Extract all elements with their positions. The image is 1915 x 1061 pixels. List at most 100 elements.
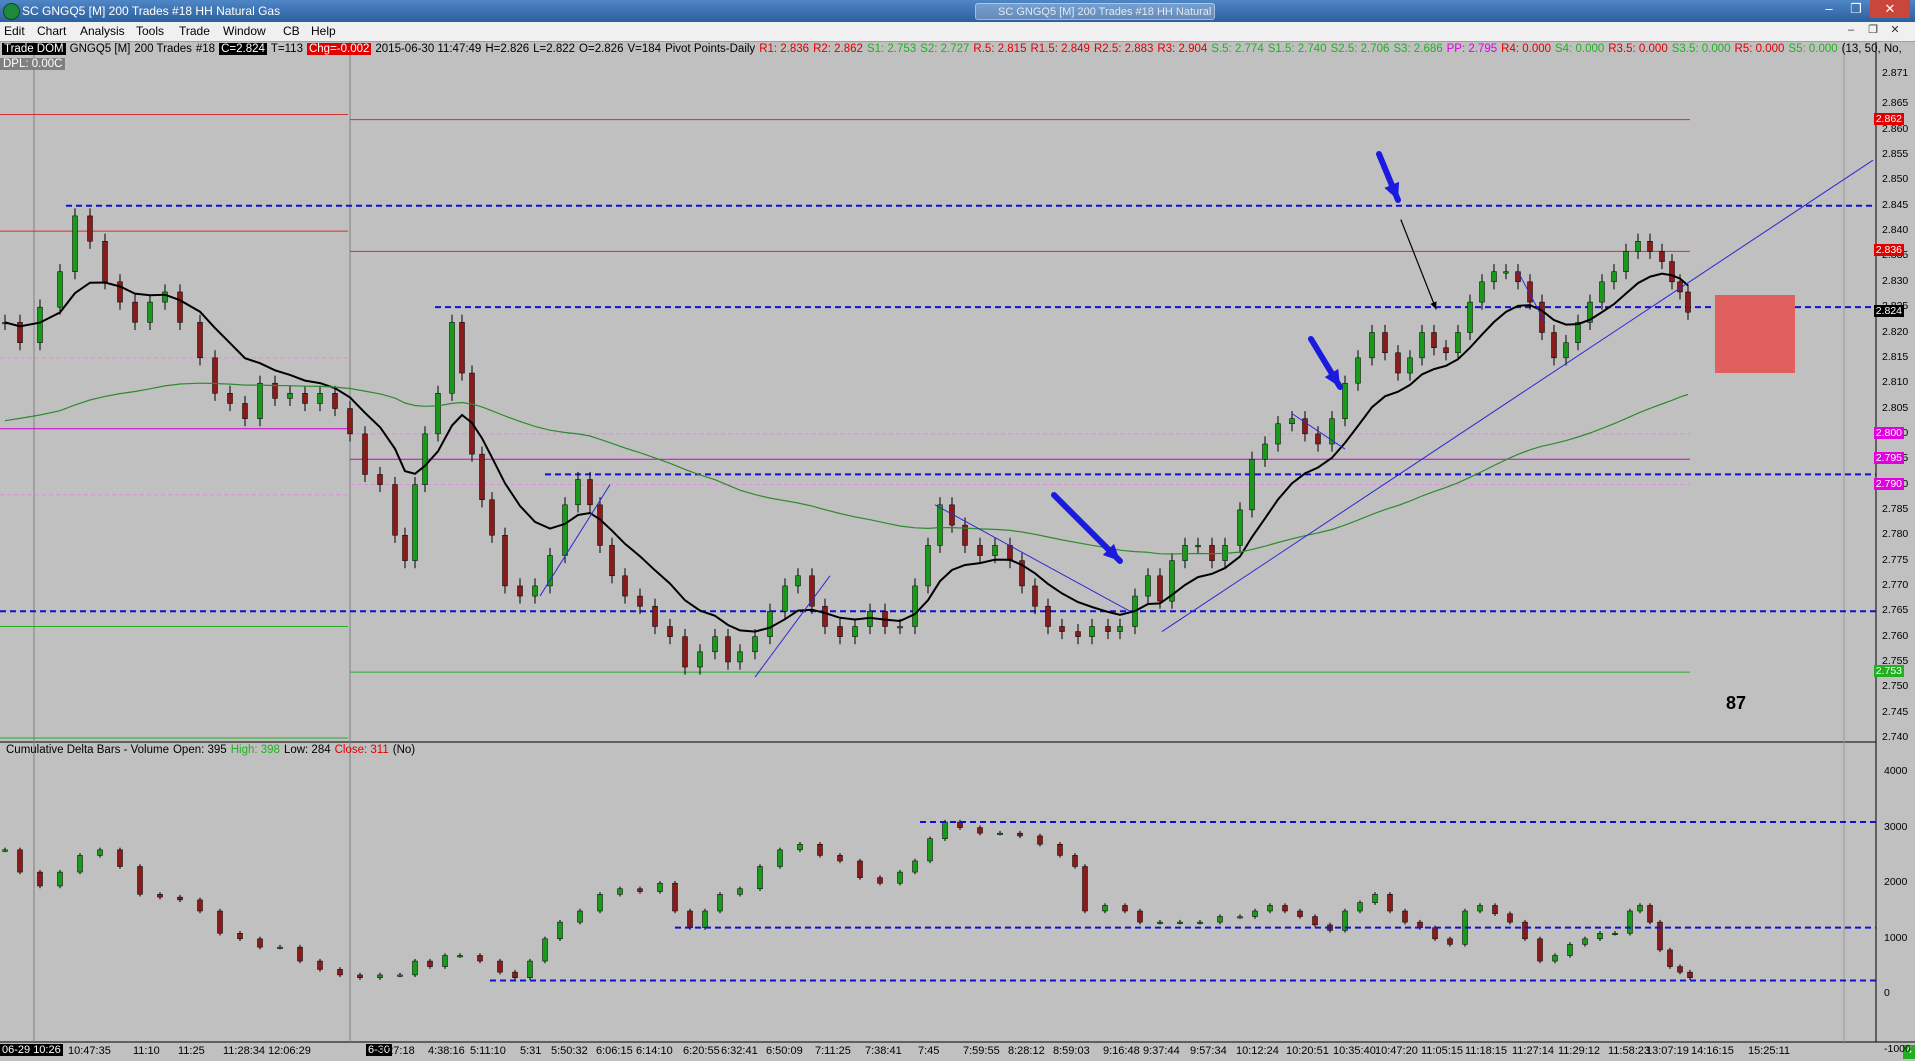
delta-bar	[1312, 916, 1318, 926]
menu-help[interactable]: Help	[311, 24, 336, 38]
price-level-box: 2.836	[1873, 244, 1904, 257]
candle-body	[1145, 575, 1151, 597]
mdi-minimize-icon[interactable]: –	[1843, 23, 1859, 38]
candle-body	[652, 605, 658, 627]
delta-bar	[837, 855, 843, 862]
delta-bar	[1267, 905, 1273, 912]
time-tick-label: 7:38:41	[865, 1045, 902, 1057]
candle-body	[697, 651, 703, 668]
price-tick-label: 2.765	[1882, 604, 1909, 617]
delta-bar	[817, 844, 823, 856]
delta-bar	[1082, 866, 1088, 912]
window-titlebar: SC GNGQ5 [M] 200 Trades #18 HH Natural G…	[0, 0, 1915, 22]
delta-bar	[687, 910, 693, 928]
close-icon[interactable]: ✕	[1870, 0, 1910, 18]
time-tick-label: 9:37:44	[1143, 1045, 1180, 1057]
mdi-restore-icon[interactable]: ❐	[1865, 23, 1881, 38]
candle-body	[737, 651, 743, 663]
candle-body	[992, 545, 998, 556]
window-title: SC GNGQ5 [M] 200 Trades #18 HH Natural G…	[22, 4, 281, 18]
delta-bar	[1122, 905, 1128, 912]
volume-value: V=184	[627, 43, 662, 55]
candle-body	[1659, 251, 1665, 262]
candle-body	[1503, 271, 1509, 274]
candle-body	[435, 393, 441, 435]
candle-body	[459, 322, 465, 374]
delta-bar	[527, 960, 533, 978]
menu-tools[interactable]: Tools	[136, 24, 164, 38]
delta-bar	[577, 910, 583, 923]
price-level-box: 2.824	[1873, 305, 1904, 318]
candle-body	[1685, 291, 1691, 313]
delta-bar	[717, 894, 723, 912]
price-tick-label: 2.810	[1882, 376, 1909, 389]
delta-bar	[1217, 916, 1223, 923]
subgraph-low: Low: 284	[283, 744, 331, 756]
low-value: L=2.822	[533, 43, 576, 55]
time-tick-label: 6:14:10	[636, 1045, 673, 1057]
time-tick-label: 7:59:55	[963, 1045, 1000, 1057]
price-level-box: 2.753	[1873, 665, 1904, 678]
menu-cb[interactable]: CB	[283, 24, 300, 38]
mdi-close-icon[interactable]: ✕	[1887, 23, 1903, 38]
menu-chart[interactable]: Chart	[37, 24, 66, 38]
delta-bar	[1677, 966, 1683, 973]
pivot-r4: R4: 0.000	[1501, 43, 1552, 55]
restore-icon[interactable]: ❐	[1843, 0, 1869, 18]
delta-bar	[877, 877, 883, 884]
candle-body	[622, 575, 628, 597]
candle-body	[257, 382, 263, 419]
candle-body	[1669, 261, 1675, 283]
menu-window[interactable]: Window	[223, 24, 266, 38]
delta-bar	[1197, 921, 1203, 924]
minimize-icon[interactable]: –	[1816, 0, 1842, 18]
volume-tick-label: 2000	[1884, 876, 1908, 889]
pivot-s15: S1.5: 2.740	[1267, 43, 1327, 55]
candle-body	[1563, 342, 1569, 359]
pivot-s25: S2.5: 2.706	[1330, 43, 1390, 55]
price-tick-label: 2.871	[1882, 67, 1909, 79]
delta-bar	[1647, 905, 1653, 923]
time-tick-label: 15:25:11	[1748, 1045, 1791, 1057]
chart-area[interactable]: Trade DOM GNGQ5 [M] 200 Trades #18 C=2.824 T=…	[0, 42, 1915, 1061]
menu-trade[interactable]: Trade	[179, 24, 210, 38]
candle-body	[317, 393, 323, 404]
volume-tick-label: 0	[1884, 987, 1890, 1000]
candle-body	[1209, 545, 1215, 561]
candle-body	[502, 535, 508, 587]
trade-dom-label[interactable]: Trade DOM	[2, 43, 66, 55]
candle-body	[837, 626, 843, 637]
delta-bar	[1102, 905, 1108, 912]
candle-body	[1289, 418, 1295, 424]
candle-body	[1491, 271, 1497, 283]
open-value: O=2.826	[579, 43, 624, 55]
subgraph-high: High: 398	[230, 744, 280, 756]
delta-bar	[512, 971, 518, 978]
candle-body	[597, 504, 603, 546]
delta-bar	[217, 910, 223, 934]
menu-analysis[interactable]: Analysis	[80, 24, 125, 38]
delta-bar	[1522, 921, 1528, 940]
candle-body	[637, 595, 643, 607]
price-tick-label: 2.815	[1882, 350, 1909, 363]
candle-body	[347, 408, 353, 435]
delta-bar	[457, 955, 463, 958]
delta-bar	[1537, 938, 1543, 962]
delta-bar	[1297, 910, 1303, 917]
background-window-tab[interactable]: SC GNGQ5 [M] 200 Trades #18 HH Natural G…	[975, 3, 1215, 20]
chart-canvas[interactable]	[0, 42, 1915, 1061]
candle-body	[332, 393, 338, 409]
time-tick-label: 11:10	[133, 1045, 160, 1057]
menu-edit[interactable]: Edit	[4, 24, 25, 38]
delta-bar	[412, 960, 418, 976]
candle-body	[72, 215, 78, 272]
delta-bar	[1157, 921, 1163, 924]
candle-body	[1059, 626, 1065, 632]
time-pill-date: 06-29 10:26	[0, 1044, 63, 1056]
time-tick-label: 5:11:10	[470, 1045, 506, 1057]
delta-bar	[1567, 944, 1573, 956]
time-tick-label: 9:57:34	[1190, 1045, 1227, 1057]
time-tick-label: 14:16:15	[1691, 1045, 1734, 1057]
candle-body	[1419, 332, 1425, 359]
price-level-box: 2.800	[1873, 426, 1904, 439]
